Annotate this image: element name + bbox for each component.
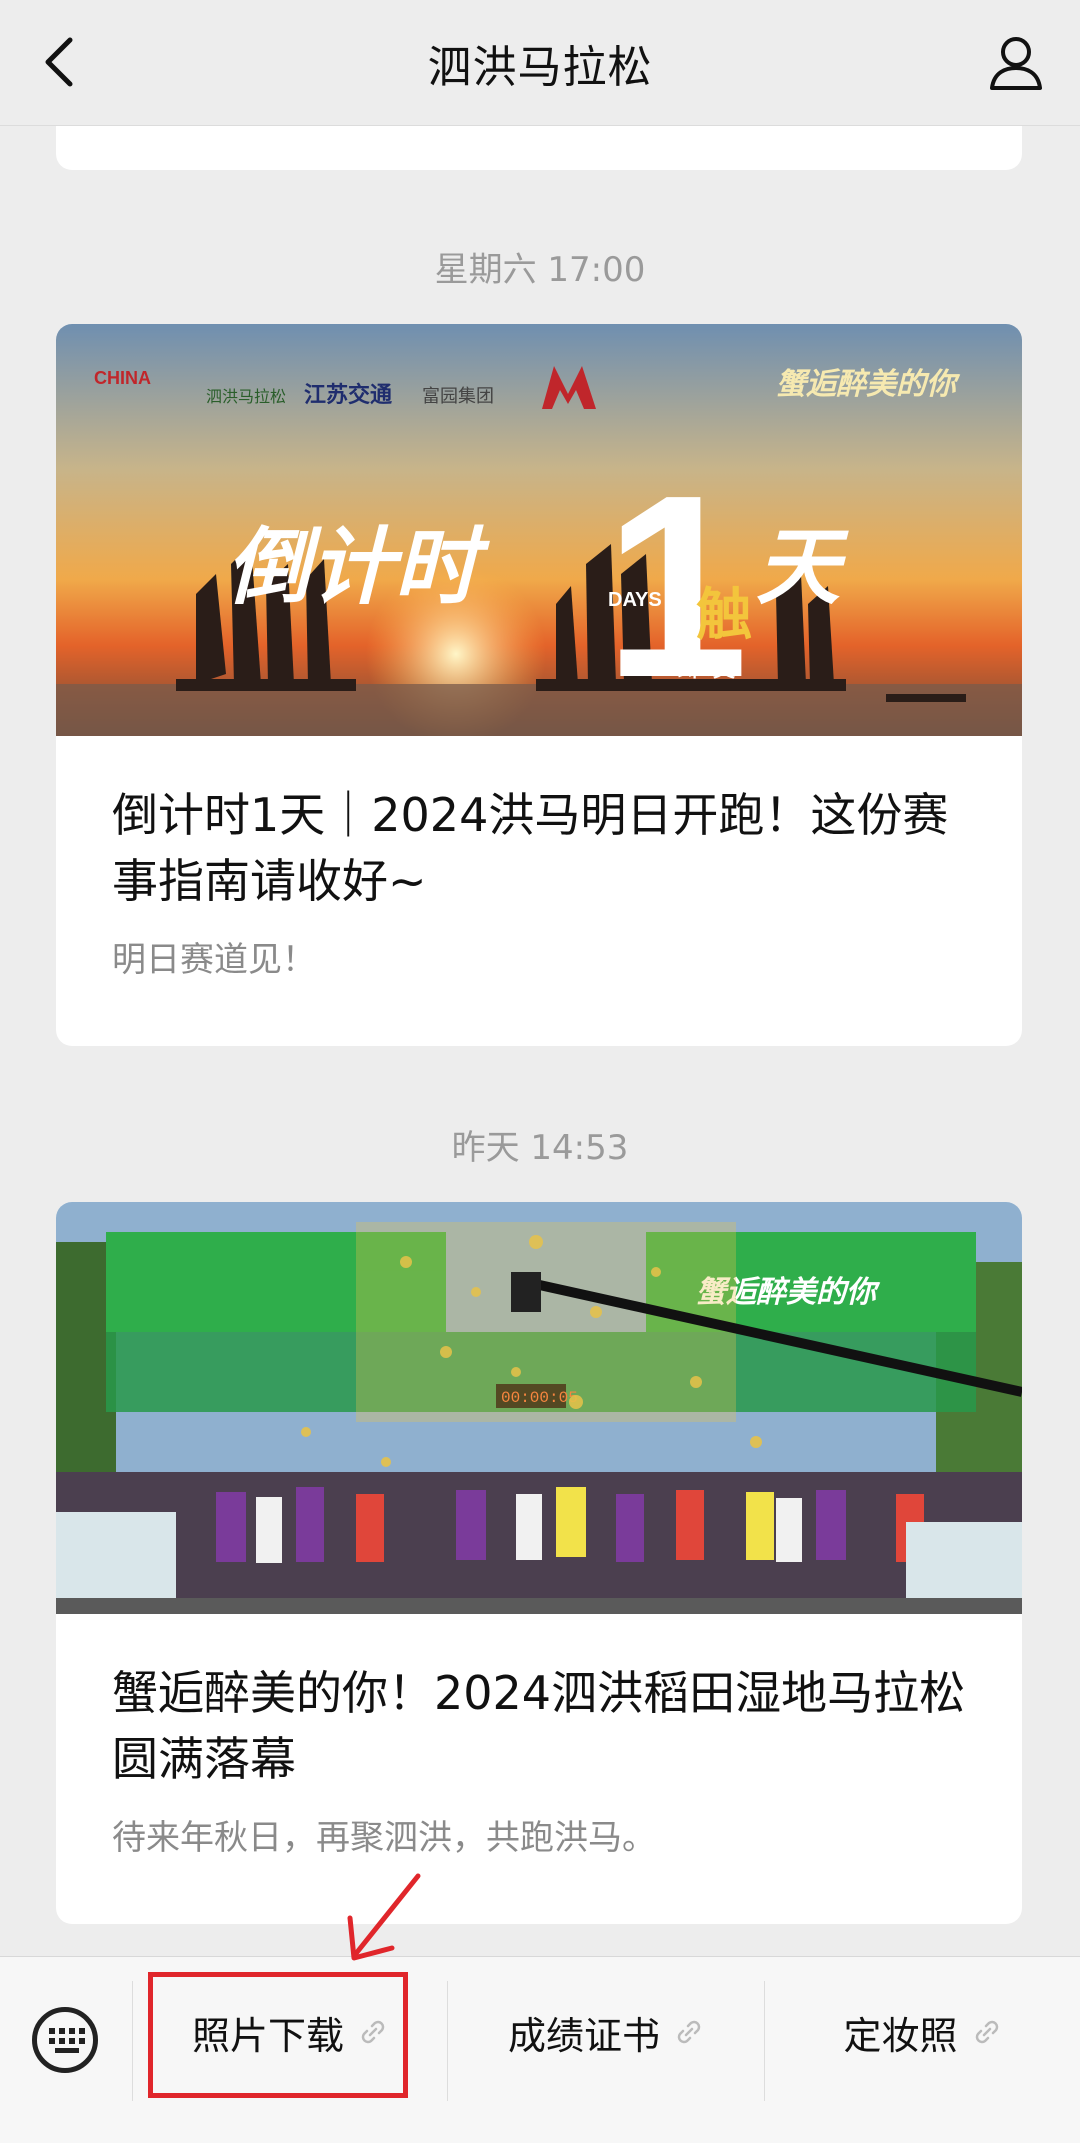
post-timestamp: 昨天 14:53 [451, 1128, 629, 1168]
article-summary: 待来年秋日，再聚泗洪，共跑洪马。 [112, 1818, 656, 1858]
svg-text:CHINA: CHINA [94, 368, 151, 388]
menu-makeup-photo[interactable]: 定妆照 [765, 1957, 1080, 2107]
svg-text:倒计时: 倒计时 [226, 518, 490, 616]
article-title[interactable]: 倒计时1天｜2024洪马明日开跑！这份赛事指南请收好~ [56, 736, 1022, 914]
link-icon [975, 2020, 998, 2044]
svg-text:泗洪马拉松: 泗洪马拉松 [206, 388, 286, 406]
keyboard-toggle-icon[interactable] [32, 2007, 98, 2073]
article-card[interactable]: 蟹逅醉美的你 00:00:05 蟹逅醉美的你！2024泗洪稻田湿地马拉松圆满落幕… [56, 1202, 1022, 1924]
svg-text:触: 触 [696, 583, 752, 648]
annotation-highlight-box [148, 1972, 408, 2098]
link-icon [677, 2020, 701, 2044]
article-cover-image: 蟹逅醉美的你 00:00:05 [56, 1202, 1022, 1614]
menu-label: 成绩证书 [507, 2013, 660, 2058]
svg-text:富园集团: 富园集团 [422, 386, 494, 406]
post-timestamp: 星期六 17:00 [434, 250, 646, 290]
back-chevron-icon[interactable] [36, 34, 84, 90]
profile-icon[interactable] [984, 30, 1048, 94]
menu-label: 定妆照 [843, 2013, 958, 2058]
svg-text:即发: 即发 [676, 649, 736, 684]
page-title: 泗洪马拉松 [427, 41, 653, 93]
svg-text:天: 天 [756, 518, 849, 616]
previous-article-card[interactable] [56, 126, 1022, 170]
svg-text:蟹逅醉美的你: 蟹逅醉美的你 [776, 368, 961, 401]
annotation-arrow-icon [347, 1873, 421, 1961]
article-cover-image: CHINA 泗洪马拉松 江苏交通 富园集团 蟹逅醉美的你 倒计时 1 DAYS … [56, 324, 1022, 736]
article-title[interactable]: 蟹逅醉美的你！2024泗洪稻田湿地马拉松圆满落幕 [56, 1614, 1022, 1792]
svg-text:江苏交通: 江苏交通 [304, 382, 392, 407]
article-summary: 明日赛道见！ [112, 940, 316, 980]
svg-text:DAYS: DAYS [608, 589, 662, 611]
article-card[interactable]: CHINA 泗洪马拉松 江苏交通 富园集团 蟹逅醉美的你 倒计时 1 DAYS … [56, 324, 1022, 1046]
message-feed[interactable]: 星期六 17:00 CHINA 泗洪马拉松 江苏交通 富园集团 蟹逅醉美的你 倒… [0, 126, 1080, 1956]
nav-header: 泗洪马拉松 [0, 0, 1080, 126]
menu-certificate[interactable]: 成绩证书 [448, 1957, 764, 2107]
